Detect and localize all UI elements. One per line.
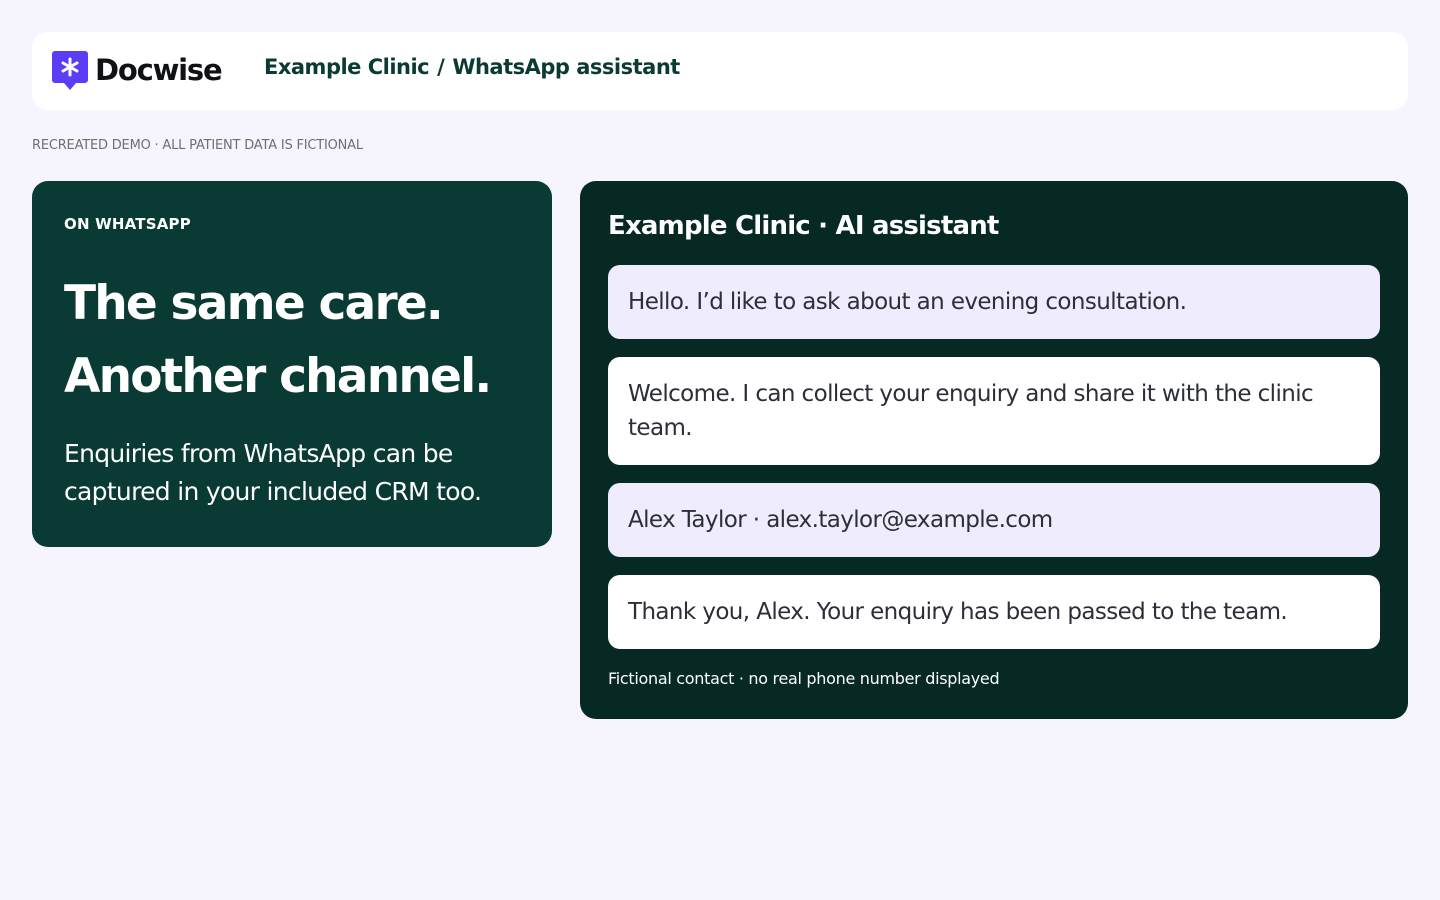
chat-message-text: Alex Taylor · alex.taylor@example.com [628, 507, 1053, 533]
promo-subtext: Enquiries from WhatsApp can be captured … [64, 439, 482, 506]
brand-name: Docwise [95, 52, 223, 87]
chat-preview-panel: Example Clinic · AI assistant Hello. I’d… [580, 181, 1408, 719]
asterisk-speech-bubble-icon [52, 51, 88, 90]
brand-logo[interactable]: Docwise [52, 51, 223, 91]
chat-message-assistant: Thank you, Alex. Your enquiry has been p… [608, 575, 1380, 649]
top-header: Docwise Example Clinic / WhatsApp assistan… [32, 32, 1408, 110]
breadcrumb-separator: / [437, 55, 445, 79]
demo-disclaimer: RECREATED DEMO · ALL PATIENT DATA IS FIC… [32, 138, 363, 153]
chat-message-assistant: Welcome. I can collect your enquiry and … [608, 357, 1380, 465]
breadcrumb-clinic-link[interactable]: Example Clinic [264, 55, 430, 79]
chat-footer-note: Fictional contact · no real phone number… [608, 669, 1000, 688]
promo-headline: The same care. Another channel. [64, 267, 520, 413]
whatsapp-promo-card: ON WHATSAPP The same care. Another chann… [32, 181, 552, 547]
promo-headline-line-1: The same care. [64, 276, 444, 331]
chat-message-text: Welcome. I can collect your enquiry and … [628, 381, 1314, 441]
promo-eyebrow: ON WHATSAPP [64, 215, 191, 233]
chat-message-user: Alex Taylor · alex.taylor@example.com [608, 483, 1380, 557]
chat-message-user: Hello. I’d like to ask about an evening … [608, 265, 1380, 339]
chat-message-text: Thank you, Alex. Your enquiry has been p… [628, 599, 1288, 625]
breadcrumb-current-page: WhatsApp assistant [452, 55, 680, 79]
breadcrumb: Example Clinic / WhatsApp assistant [264, 55, 680, 80]
promo-headline-line-2: Another channel. [64, 349, 492, 404]
chat-message-text: Hello. I’d like to ask about an evening … [628, 289, 1187, 315]
chat-title: Example Clinic · AI assistant [608, 211, 999, 241]
